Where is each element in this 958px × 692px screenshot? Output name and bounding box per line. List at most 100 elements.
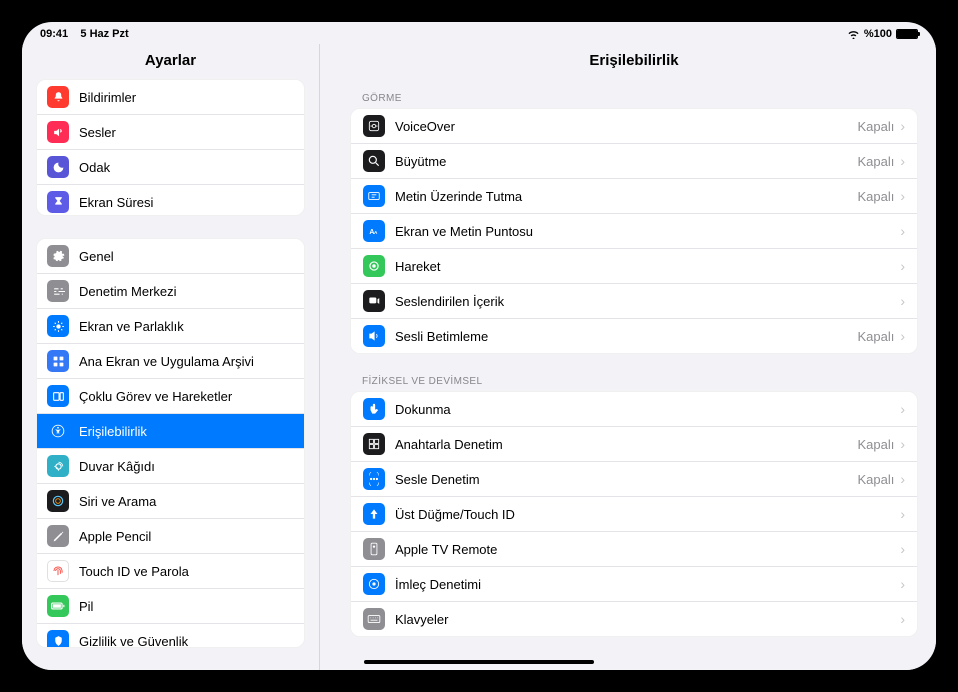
battery-percent: %100 (864, 28, 892, 40)
row-value: Kapalı (857, 189, 894, 204)
status-left: 09:41 5 Haz Pzt (40, 28, 129, 40)
row-label: Ekran ve Metin Puntosu (395, 224, 900, 239)
multitask-icon (47, 385, 69, 407)
row-value: Kapalı (857, 154, 894, 169)
row-seslendirilen[interactable]: Seslendirilen İçerik › (351, 284, 917, 319)
chevron-right-icon: › (900, 611, 905, 627)
battery-icon (47, 595, 69, 617)
chevron-right-icon: › (900, 153, 905, 169)
chevron-right-icon: › (900, 258, 905, 274)
accessibility-icon (47, 420, 69, 442)
row-label: Büyütme (395, 154, 857, 169)
row-label: Apple TV Remote (395, 542, 900, 557)
row-dokunma[interactable]: Dokunma › (351, 392, 917, 427)
row-ekran-punto[interactable]: AA Ekran ve Metin Puntosu › (351, 214, 917, 249)
row-value: Kapalı (857, 119, 894, 134)
row-value: Kapalı (857, 472, 894, 487)
text-size-icon: AA (363, 220, 385, 242)
sidebar-item-duvar-kagidi[interactable]: Duvar Kâğıdı (37, 449, 304, 484)
speaker-icon (47, 121, 69, 143)
audio-description-icon (363, 325, 385, 347)
grid-icon (47, 350, 69, 372)
row-label: VoiceOver (395, 119, 857, 134)
row-label: Üst Düğme/Touch ID (395, 507, 900, 522)
voiceover-icon (363, 115, 385, 137)
row-buyutme[interactable]: Büyütme Kapalı › (351, 144, 917, 179)
sidebar-item-coklu-gorev[interactable]: Çoklu Görev ve Hareketler (37, 379, 304, 414)
sidebar-item-label: Ana Ekran ve Uygulama Arşivi (79, 354, 294, 369)
row-label: Anahtarla Denetim (395, 437, 857, 452)
sidebar-item-sesler[interactable]: Sesler (37, 115, 304, 150)
sidebar-item-ekran-suresi[interactable]: Ekran Süresi (37, 185, 304, 216)
wallpaper-icon (47, 455, 69, 477)
row-apple-tv[interactable]: Apple TV Remote › (351, 532, 917, 567)
chevron-right-icon: › (900, 223, 905, 239)
sidebar-item-gizlilik[interactable]: Gizlilik ve Güvenlik (37, 624, 304, 648)
switch-control-icon (363, 433, 385, 455)
row-sesli-betimleme[interactable]: Sesli Betimleme Kapalı › (351, 319, 917, 353)
section-header-gorme: GÖRME (350, 87, 918, 108)
group-fiziksel: Dokunma › Anahtarla Denetim Kapalı › (350, 391, 918, 637)
sidebar-item-denetim-merkezi[interactable]: Denetim Merkezi (37, 274, 304, 309)
chevron-right-icon: › (900, 401, 905, 417)
sidebar-item-label: Erişilebilirlik (79, 424, 294, 439)
section-header-fiziksel: FİZİKSEL VE DEVİMSEL (350, 370, 918, 391)
sidebar-item-label: Ekran ve Parlaklık (79, 319, 294, 334)
row-klavyeler[interactable]: Klavyeler › (351, 602, 917, 636)
sidebar-item-genel[interactable]: Genel (37, 239, 304, 274)
row-label: Seslendirilen İçerik (395, 294, 900, 309)
home-indicator[interactable] (364, 660, 594, 664)
page-title: Erişilebilirlik (350, 44, 918, 87)
row-label: Dokunma (395, 402, 900, 417)
chevron-right-icon: › (900, 506, 905, 522)
sidebar-item-ana-ekran[interactable]: Ana Ekran ve Uygulama Arşivi (37, 344, 304, 379)
status-date: 5 Haz Pzt (80, 28, 128, 40)
row-metin-tutma[interactable]: Metin Üzerinde Tutma Kapalı › (351, 179, 917, 214)
sidebar-item-apple-pencil[interactable]: Apple Pencil (37, 519, 304, 554)
pencil-icon (47, 525, 69, 547)
moon-icon (47, 156, 69, 178)
sidebar-item-label: Ekran Süresi (79, 195, 294, 210)
chevron-right-icon: › (900, 188, 905, 204)
row-ust-dugme[interactable]: Üst Düğme/Touch ID › (351, 497, 917, 532)
status-time: 09:41 (40, 28, 68, 40)
sidebar-title: Ayarlar (36, 44, 305, 79)
voice-control-icon (363, 468, 385, 490)
sidebar-item-label: Siri ve Arama (79, 494, 294, 509)
pointer-icon (363, 573, 385, 595)
row-hareket[interactable]: Hareket › (351, 249, 917, 284)
row-voiceover[interactable]: VoiceOver Kapalı › (351, 109, 917, 144)
sidebar-item-label: Genel (79, 249, 294, 264)
sidebar-group-notifications: Bildirimler Sesler Odak (36, 79, 305, 216)
zoom-icon (363, 150, 385, 172)
chevron-right-icon: › (900, 328, 905, 344)
row-anahtarla[interactable]: Anahtarla Denetim Kapalı › (351, 427, 917, 462)
chevron-right-icon: › (900, 118, 905, 134)
sidebar-item-label: Apple Pencil (79, 529, 294, 544)
sidebar-item-erisilebilirlik[interactable]: Erişilebilirlik (37, 414, 304, 449)
sidebar-item-pil[interactable]: Pil (37, 589, 304, 624)
sidebar-item-bildirimler[interactable]: Bildirimler (37, 80, 304, 115)
row-sesle-denetim[interactable]: Sesle Denetim Kapalı › (351, 462, 917, 497)
battery-icon (896, 29, 918, 39)
sidebar-item-odak[interactable]: Odak (37, 150, 304, 185)
svg-text:A: A (374, 230, 378, 235)
chevron-right-icon: › (900, 436, 905, 452)
group-gorme: VoiceOver Kapalı › Büyütme Kapalı › (350, 108, 918, 354)
hand-icon (47, 630, 69, 648)
touch-icon (363, 398, 385, 420)
sidebar-item-label: Pil (79, 599, 294, 614)
row-imlec[interactable]: İmleç Denetimi › (351, 567, 917, 602)
spoken-content-icon (363, 290, 385, 312)
sidebar-item-ekran-parlaklik[interactable]: Ekran ve Parlaklık (37, 309, 304, 344)
sidebar-item-touch-id[interactable]: Touch ID ve Parola (37, 554, 304, 589)
row-label: Sesle Denetim (395, 472, 857, 487)
chevron-right-icon: › (900, 471, 905, 487)
siri-icon (47, 490, 69, 512)
row-label: Hareket (395, 259, 900, 274)
sidebar-item-siri[interactable]: Siri ve Arama (37, 484, 304, 519)
row-value: Kapalı (857, 437, 894, 452)
wifi-icon (847, 29, 860, 39)
hover-text-icon (363, 185, 385, 207)
fingerprint-icon (47, 560, 69, 582)
